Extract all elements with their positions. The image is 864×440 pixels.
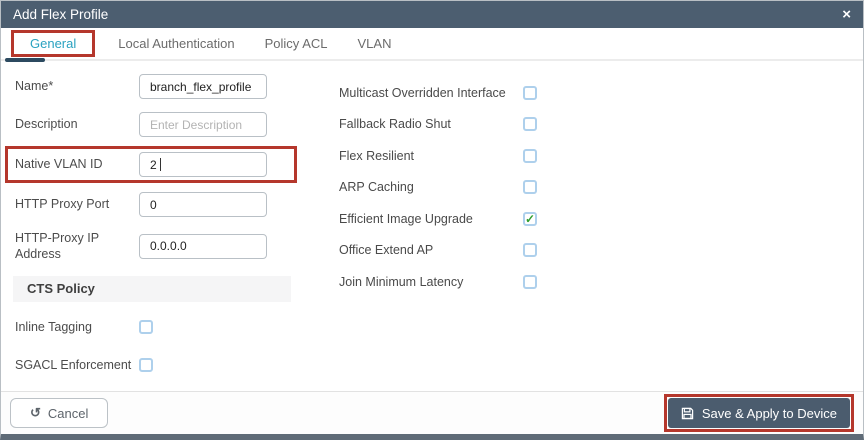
tab-policy-acl[interactable]: Policy ACL bbox=[250, 30, 343, 57]
office-extend-ap-row: Office Extend AP bbox=[339, 235, 537, 267]
close-icon[interactable]: × bbox=[842, 7, 851, 22]
arp-caching-label: ARP Caching bbox=[339, 180, 414, 195]
tab-bar: General Local Authentication Policy ACL … bbox=[1, 28, 863, 62]
save-icon bbox=[681, 407, 694, 420]
inline-tagging-row: Inline Tagging bbox=[15, 315, 303, 340]
dialog-title: Add Flex Profile bbox=[13, 7, 109, 22]
cancel-button[interactable]: ↺ Cancel bbox=[10, 398, 109, 428]
http-proxy-port-row: HTTP Proxy Port bbox=[15, 192, 303, 217]
save-apply-button[interactable]: Save & Apply to Device bbox=[667, 398, 850, 428]
tab-vlan[interactable]: VLAN bbox=[343, 30, 407, 57]
flex-resilient-label: Flex Resilient bbox=[339, 148, 415, 163]
sgacl-enforcement-row: SGACL Enforcement bbox=[15, 353, 303, 378]
native-vlan-input-wrap bbox=[139, 152, 267, 177]
sgacl-enforcement-checkbox[interactable] bbox=[139, 358, 153, 372]
active-tab-indicator bbox=[5, 58, 45, 62]
efficient-image-upgrade-checkbox[interactable]: ✓ bbox=[523, 211, 537, 226]
flex-resilient-row: Flex Resilient bbox=[339, 140, 537, 172]
description-label: Description bbox=[15, 117, 78, 132]
office-extend-ap-checkbox[interactable] bbox=[523, 243, 537, 258]
add-flex-profile-dialog: Add Flex Profile × General Local Authent… bbox=[0, 0, 864, 440]
native-vlan-label: Native VLAN ID bbox=[15, 157, 103, 172]
flex-resilient-checkbox[interactable] bbox=[523, 148, 537, 163]
arp-caching-checkbox[interactable] bbox=[523, 180, 537, 195]
description-row: Description bbox=[15, 112, 303, 137]
left-column: Name* Description Native VLAN ID HTTP Pr… bbox=[5, 74, 303, 430]
http-proxy-ip-row: HTTP-Proxy IP Address bbox=[15, 230, 303, 263]
dialog-body: Name* Description Native VLAN ID HTTP Pr… bbox=[1, 61, 863, 430]
multicast-overridden-checkbox[interactable] bbox=[523, 85, 537, 100]
fallback-radio-shut-label: Fallback Radio Shut bbox=[339, 117, 451, 132]
join-minimum-latency-label: Join Minimum Latency bbox=[339, 274, 464, 289]
efficient-image-upgrade-row: Efficient Image Upgrade ✓ bbox=[339, 203, 537, 235]
name-input[interactable] bbox=[139, 74, 267, 99]
join-minimum-latency-checkbox[interactable] bbox=[523, 274, 537, 289]
multicast-overridden-label: Multicast Overridden Interface bbox=[339, 85, 506, 100]
right-column: Multicast Overridden Interface Fallback … bbox=[339, 74, 537, 430]
http-proxy-ip-label: HTTP-Proxy IP Address bbox=[15, 231, 99, 262]
name-label: Name* bbox=[15, 79, 54, 94]
save-button-annotation: Save & Apply to Device bbox=[663, 394, 854, 432]
fallback-radio-shut-checkbox[interactable] bbox=[523, 117, 537, 132]
text-caret bbox=[160, 158, 161, 171]
http-proxy-port-input[interactable] bbox=[139, 192, 267, 217]
dialog-footer: ↺ Cancel Save & Apply to Device bbox=[1, 391, 863, 434]
join-minimum-latency-row: Join Minimum Latency bbox=[339, 266, 537, 298]
inline-tagging-checkbox[interactable] bbox=[139, 320, 153, 334]
name-row: Name* bbox=[15, 74, 303, 99]
http-proxy-ip-input[interactable] bbox=[139, 233, 267, 259]
save-apply-button-label: Save & Apply to Device bbox=[701, 405, 837, 421]
sgacl-enforcement-label: SGACL Enforcement bbox=[15, 357, 132, 372]
dialog-titlebar: Add Flex Profile × bbox=[1, 1, 863, 28]
tab-local-authentication[interactable]: Local Authentication bbox=[103, 30, 249, 57]
arp-caching-row: ARP Caching bbox=[339, 172, 537, 204]
fallback-radio-shut-row: Fallback Radio Shut bbox=[339, 109, 537, 141]
undo-icon: ↺ bbox=[30, 405, 41, 420]
native-vlan-input[interactable] bbox=[139, 152, 267, 177]
multicast-overridden-row: Multicast Overridden Interface bbox=[339, 77, 537, 109]
office-extend-ap-label: Office Extend AP bbox=[339, 243, 434, 258]
inline-tagging-label: Inline Tagging bbox=[15, 319, 92, 334]
native-vlan-row-annotation: Native VLAN ID bbox=[5, 146, 297, 183]
http-proxy-port-label: HTTP Proxy Port bbox=[15, 197, 110, 212]
description-input[interactable] bbox=[139, 112, 267, 137]
cancel-button-label: Cancel bbox=[47, 405, 89, 421]
cts-policy-section-header: CTS Policy bbox=[13, 275, 291, 302]
efficient-image-upgrade-label: Efficient Image Upgrade bbox=[339, 211, 473, 226]
tab-general[interactable]: General bbox=[11, 30, 96, 57]
